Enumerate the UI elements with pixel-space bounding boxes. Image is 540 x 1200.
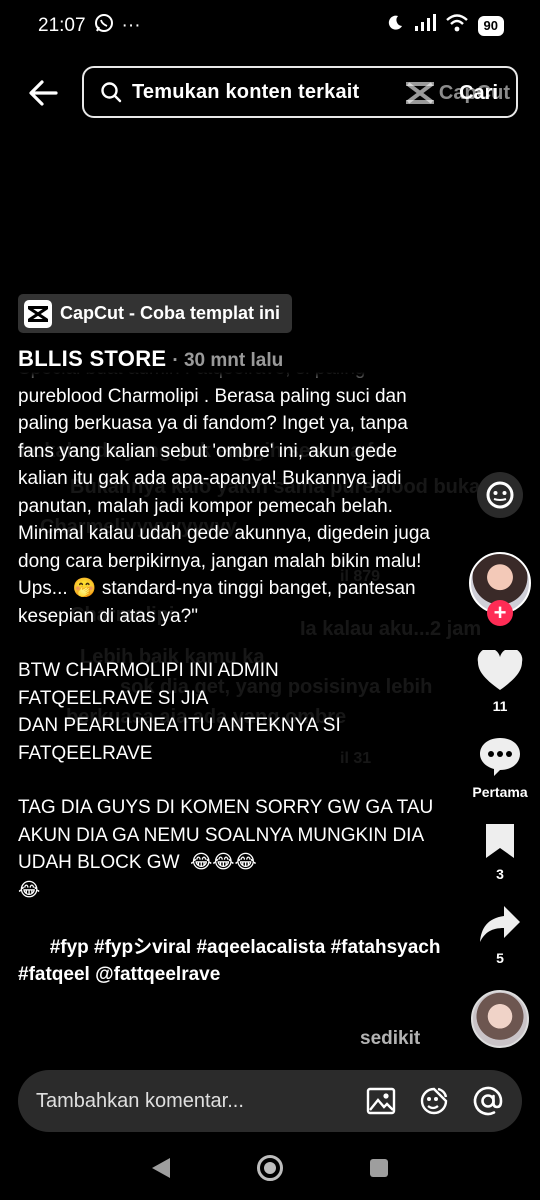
caption[interactable]: Special buat admin Fatqeelrave, si palin… xyxy=(18,372,448,1052)
search-input[interactable]: Temukan konten terkait CapCut Cari xyxy=(82,66,518,118)
heart-icon xyxy=(477,650,523,690)
search-placeholder: Temukan konten terkait xyxy=(132,80,360,103)
save-button[interactable]: 3 xyxy=(468,822,532,882)
comment-input[interactable]: Tambahkan komentar... xyxy=(18,1070,522,1132)
capcut-template-link[interactable]: CapCut - Coba templat ini xyxy=(18,294,292,333)
author-name[interactable]: BLLIS STORE xyxy=(18,346,166,372)
share-arrow-icon xyxy=(480,906,520,942)
see-less-link[interactable]: sedikit xyxy=(360,1028,420,1050)
nav-recents-icon[interactable] xyxy=(368,1157,390,1179)
emoji-icon[interactable] xyxy=(418,1085,450,1117)
arrow-left-icon xyxy=(29,80,58,106)
comment-button[interactable]: Pertama xyxy=(468,736,532,800)
save-count: 3 xyxy=(496,866,504,882)
bookmark-icon xyxy=(486,824,514,858)
hashtags[interactable]: #fyp #fypシviral #aqeelacalista #fatahsya… xyxy=(18,937,446,986)
top-bar: Temukan konten terkait CapCut Cari xyxy=(0,66,540,118)
status-more: ··· xyxy=(121,15,141,36)
music-cover-image xyxy=(471,990,529,1048)
follow-button[interactable]: + xyxy=(487,600,513,626)
mention-link[interactable]: @fattqeelrave xyxy=(95,964,220,985)
image-icon[interactable] xyxy=(366,1086,396,1116)
post-time: · 30 mnt lalu xyxy=(172,350,284,371)
capcut-logo-icon xyxy=(24,299,52,328)
share-count: 5 xyxy=(496,950,504,966)
whatsapp-icon xyxy=(94,13,114,39)
effect-button[interactable] xyxy=(468,470,532,520)
nav-home-icon[interactable] xyxy=(256,1154,284,1182)
capcut-logo-icon xyxy=(405,82,434,104)
system-nav-bar xyxy=(0,1136,540,1200)
status-bar: 21:07 ··· 90 xyxy=(0,0,540,52)
search-icon xyxy=(101,82,122,103)
music-disc[interactable] xyxy=(468,990,532,1048)
search-button[interactable]: Cari xyxy=(459,82,498,105)
face-effect-icon xyxy=(477,472,523,518)
back-button[interactable] xyxy=(26,76,60,110)
author-line: BLLIS STORE · 30 mnt lalu xyxy=(18,346,283,372)
comment-placeholder: Tambahkan komentar... xyxy=(36,1089,244,1112)
caption-paragraph: TAG DIA GUYS DI KOMEN SORRY GW GA TAU AK… xyxy=(18,797,434,901)
caption-paragraph: BTW CHARMOLIPI INI ADMIN FATQEELRAVE SI … xyxy=(18,660,341,764)
wifi-icon xyxy=(445,14,468,38)
status-time: 21:07 xyxy=(38,15,86,36)
like-count: 11 xyxy=(492,698,508,714)
signal-icon xyxy=(414,14,436,38)
mention-icon[interactable] xyxy=(472,1085,504,1117)
caption-paragraph: Special buat admin Fatqeelrave, si palin… xyxy=(18,372,430,627)
caption-fade xyxy=(18,372,448,388)
capcut-template-label: CapCut - Coba templat ini xyxy=(60,303,280,323)
comment-count: Pertama xyxy=(472,784,528,800)
comment-bubble-icon xyxy=(480,738,520,776)
nav-back-icon[interactable] xyxy=(150,1156,172,1180)
creator-avatar[interactable]: + xyxy=(468,552,532,626)
like-button[interactable]: 11 xyxy=(468,650,532,714)
battery-indicator: 90 xyxy=(477,16,504,36)
moon-icon xyxy=(386,14,404,38)
share-button[interactable]: 5 xyxy=(468,904,532,966)
